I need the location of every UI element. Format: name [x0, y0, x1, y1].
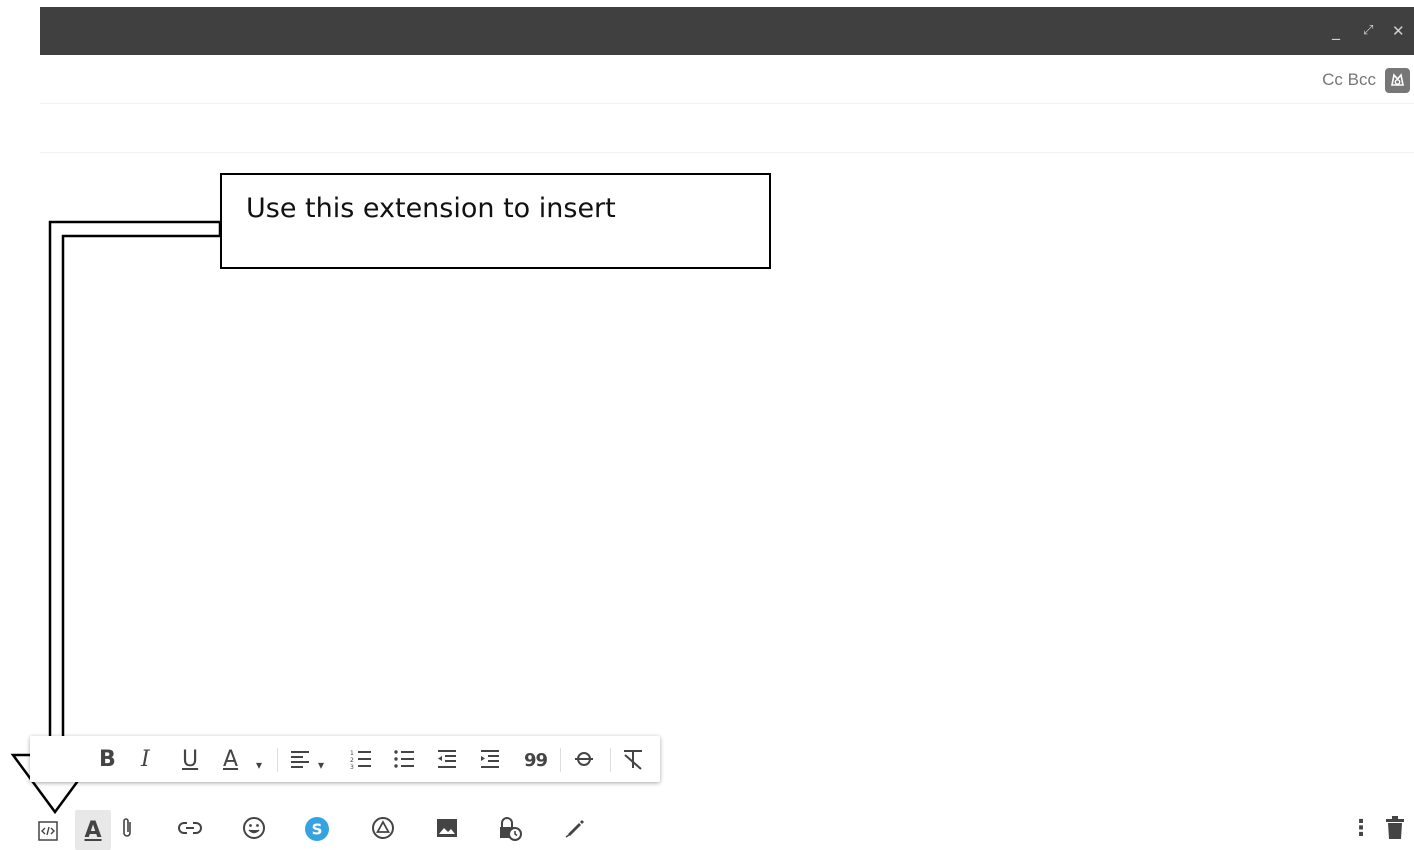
svg-text:1: 1 [350, 750, 354, 757]
annotation-callout: Use this extension to insert [220, 173, 771, 269]
close-icon[interactable]: ✕ [1392, 21, 1405, 41]
contact-icon[interactable] [1385, 68, 1410, 93]
subject-row[interactable] [40, 104, 1414, 153]
quote-button[interactable]: 99 [524, 749, 548, 773]
strikethrough-icon[interactable] [573, 748, 595, 776]
cc-bcc-link[interactable]: Cc Bcc [1322, 70, 1376, 90]
align-icon[interactable] [289, 748, 311, 776]
numbered-list-icon[interactable]: 123 [350, 748, 372, 776]
compose-title-bar: _ ⤢ ✕ [40, 7, 1414, 55]
attach-icon[interactable] [120, 816, 134, 847]
code-snippet-icon[interactable] [38, 820, 60, 849]
compose-bottom-toolbar: A S ⋮ [30, 806, 1414, 850]
bold-button[interactable]: B [99, 748, 116, 772]
link-icon[interactable] [177, 816, 203, 847]
drive-icon[interactable] [371, 816, 395, 847]
minimize-icon[interactable]: _ [1332, 21, 1340, 41]
extension-s-icon[interactable]: S [304, 816, 330, 849]
bulleted-list-icon[interactable] [393, 748, 415, 776]
toolbar-divider [560, 748, 561, 772]
photo-icon[interactable] [435, 816, 459, 847]
text-formatting-button[interactable]: A [75, 810, 111, 850]
trash-icon[interactable] [1385, 816, 1405, 847]
svg-text:3: 3 [350, 764, 354, 770]
toolbar-divider [610, 748, 611, 772]
svg-text:S: S [312, 821, 323, 839]
signature-icon[interactable] [564, 816, 586, 845]
text-color-dropdown-icon[interactable]: ▾ [256, 753, 262, 777]
indent-less-icon[interactable] [436, 748, 458, 776]
svg-text:2: 2 [350, 757, 354, 764]
align-dropdown-icon[interactable]: ▾ [318, 753, 324, 777]
underline-button[interactable]: U [182, 748, 198, 772]
expand-icon[interactable]: ⤢ [1363, 21, 1373, 41]
indent-more-icon[interactable] [479, 748, 501, 776]
remove-formatting-icon[interactable] [622, 748, 644, 776]
more-options-icon[interactable]: ⋮ [1350, 816, 1372, 842]
text-color-button[interactable]: A [223, 748, 238, 772]
formatting-toolbar: B I U A ▾ ▾ 123 99 [30, 736, 660, 782]
callout-text: Use this extension to insert [246, 193, 616, 224]
confidential-mode-icon[interactable] [497, 816, 523, 849]
recipients-row[interactable]: Cc Bcc [40, 57, 1414, 104]
emoji-icon[interactable] [242, 816, 266, 847]
toolbar-divider [277, 748, 278, 772]
italic-button[interactable]: I [141, 748, 150, 772]
